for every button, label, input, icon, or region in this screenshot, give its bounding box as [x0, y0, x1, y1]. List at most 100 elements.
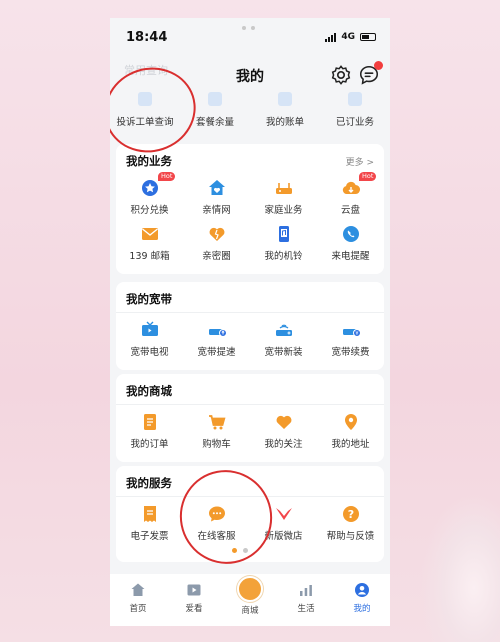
- balance-icon: [208, 92, 222, 106]
- speedup-icon: [207, 320, 227, 340]
- tab-mall[interactable]: 商城: [222, 574, 278, 626]
- grid-item-call-reminder[interactable]: 来电提醒: [317, 224, 384, 270]
- quick-label: 已订业务: [335, 117, 374, 128]
- grid-item-intimate[interactable]: 亲密圈: [183, 224, 250, 270]
- help-icon: ?: [341, 504, 361, 524]
- favorites-icon: [274, 412, 294, 432]
- bill-icon: [278, 92, 292, 106]
- hot-badge: Hot: [359, 172, 377, 181]
- tv-icon: [140, 320, 160, 340]
- gear-icon[interactable]: [330, 64, 352, 86]
- grid-label: 我的机铃: [264, 251, 303, 262]
- mall-card: 我的商城 我的订单 购物车 我的关注 我的地址: [116, 374, 384, 462]
- grid-label: 积分兑换: [130, 205, 169, 216]
- tab-label: 爱看: [185, 604, 203, 614]
- status-time: 18:44: [126, 30, 168, 45]
- quick-item-bill[interactable]: 我的账单: [250, 90, 320, 146]
- grid-item-family[interactable]: 亲情网: [183, 178, 250, 224]
- grid-item-favorites[interactable]: 我的关注: [250, 412, 317, 458]
- grid-label: 我的关注: [264, 439, 303, 450]
- battery-icon: [360, 33, 376, 41]
- tab-watch[interactable]: 爱看: [166, 574, 222, 626]
- divider: [116, 312, 384, 313]
- ringtone-icon: [274, 224, 294, 244]
- bottom-tab-bar: 首页 爱看 商城 生活 我的: [110, 574, 390, 626]
- video-icon: [186, 582, 202, 598]
- status-bar: 18:44 4G: [110, 18, 390, 58]
- cloud-icon: [341, 178, 361, 198]
- grid-item-invoice[interactable]: 电子发票: [116, 504, 183, 550]
- new-install-icon: [274, 320, 294, 340]
- card-title: 我的业务: [126, 154, 172, 168]
- mail-icon: [140, 224, 160, 244]
- quick-item-subscribed[interactable]: 已订业务: [320, 90, 390, 146]
- heart-icon: [207, 224, 227, 244]
- grid-item-cloud[interactable]: 云盘 Hot: [317, 172, 384, 224]
- grid-label: 139 邮箱: [129, 251, 170, 262]
- broadband-card: 我的宽带 宽带电视 宽带提速 宽带新装 ¥ 宽带续费: [116, 282, 384, 370]
- grid-label: 购物车: [202, 439, 231, 450]
- card-title: 我的商城: [126, 384, 172, 398]
- invoice-icon: [140, 504, 160, 524]
- tab-life[interactable]: 生活: [278, 574, 334, 626]
- signal-icon: [325, 32, 337, 42]
- grid-item-renew[interactable]: ¥ 宽带续费: [317, 320, 384, 366]
- cart-icon: [207, 412, 227, 432]
- card-title: 我的服务: [126, 476, 172, 490]
- grid-item-speedup[interactable]: 宽带提速: [183, 320, 250, 366]
- renew-icon: ¥: [341, 320, 361, 340]
- call-reminder-icon: [341, 224, 361, 244]
- mall-avatar-icon: [237, 576, 263, 602]
- location-icon: [341, 412, 361, 432]
- message-icon[interactable]: [358, 61, 383, 86]
- subscribed-icon: [348, 92, 362, 106]
- grid-label: 亲密圈: [202, 251, 231, 262]
- grid-item-mail[interactable]: 139 邮箱: [116, 224, 183, 270]
- network-type: 4G: [341, 32, 355, 42]
- camera-dots: [242, 26, 255, 30]
- grid-label: 我的订单: [130, 439, 169, 450]
- grid-label: 电子发票: [130, 531, 169, 542]
- quick-label: 我的账单: [265, 117, 304, 128]
- profile-icon: [354, 582, 370, 598]
- more-link[interactable]: 更多 >: [346, 155, 374, 168]
- grid-item-cart[interactable]: 购物车: [183, 412, 250, 458]
- orders-icon: [140, 412, 160, 432]
- grid-item-address[interactable]: 我的地址: [317, 412, 384, 458]
- tab-label: 我的: [353, 604, 371, 614]
- tab-label: 首页: [129, 604, 147, 614]
- grid-item-help[interactable]: ? 帮助与反馈: [317, 504, 384, 550]
- grid-label: 宽带提速: [197, 347, 236, 358]
- family-home-icon: [207, 178, 227, 198]
- tab-label: 生活: [297, 604, 315, 614]
- grid-item-ringtone[interactable]: 我的机铃: [250, 224, 317, 270]
- tab-mine[interactable]: 我的: [334, 574, 390, 626]
- grid-label: 宽带续费: [331, 347, 370, 358]
- grid-item-home-business[interactable]: 家庭业务: [250, 178, 317, 224]
- life-icon: [298, 582, 314, 598]
- tab-label: 商城: [241, 606, 259, 616]
- hot-badge: Hot: [158, 172, 176, 181]
- unread-dot: [374, 61, 383, 70]
- divider: [116, 404, 384, 405]
- grid-label: 云盘: [340, 205, 360, 216]
- grid-item-points[interactable]: 积分兑换 Hot: [116, 172, 183, 224]
- grid-label: 来电提醒: [331, 251, 370, 262]
- phone-screen: 18:44 4G 常用查询 我的 投诉工单查询 套餐余量 我的账单 已订业务 我…: [110, 18, 390, 626]
- grid-item-broadband-tv[interactable]: 宽带电视: [116, 320, 183, 366]
- svg-text:¥: ¥: [355, 331, 358, 337]
- router-icon: [274, 178, 294, 198]
- grid-label: 帮助与反馈: [326, 531, 375, 542]
- grid-item-orders[interactable]: 我的订单: [116, 412, 183, 458]
- grid-label: 亲情网: [202, 205, 231, 216]
- tab-home[interactable]: 首页: [110, 574, 166, 626]
- svg-text:?: ?: [347, 508, 353, 521]
- grid-label: 我的地址: [331, 439, 370, 450]
- points-icon: [140, 178, 160, 198]
- home-icon: [130, 582, 146, 598]
- flower-decoration: [420, 492, 500, 642]
- grid-item-new-install[interactable]: 宽带新装: [250, 320, 317, 366]
- grid-label: 家庭业务: [264, 205, 303, 216]
- grid-label: 宽带新装: [264, 347, 303, 358]
- shop-icon: [274, 504, 294, 524]
